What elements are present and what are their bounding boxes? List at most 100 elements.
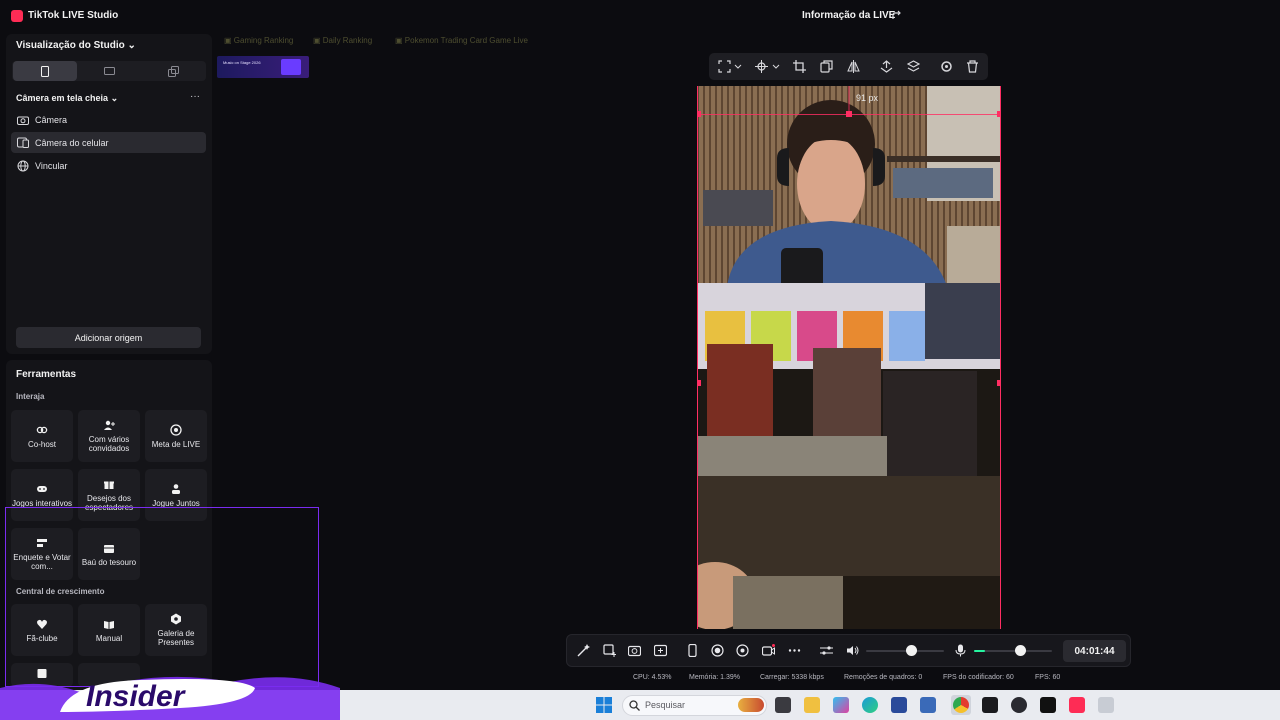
copy-icon[interactable] xyxy=(820,60,833,73)
mic-slider-knob[interactable] xyxy=(1015,645,1026,656)
phone-camera-icon xyxy=(17,137,29,148)
video-record-icon[interactable] xyxy=(762,644,775,657)
live-info-title[interactable]: Informação da LIVE xyxy=(802,10,895,21)
microphone-icon[interactable] xyxy=(954,644,967,657)
portrait-mode-button[interactable] xyxy=(13,61,77,81)
memory-stat: Memória: 1.39% xyxy=(689,674,740,681)
interact-section-label: Interaja xyxy=(16,392,45,401)
overlay-tab-pokemon[interactable]: ▣ Pokemon Trading Card Game Live xyxy=(395,36,528,45)
studio-view-dropdown[interactable]: Visualização do Studio ⌄ xyxy=(16,40,136,51)
crop-icon[interactable] xyxy=(793,60,806,73)
chevron-down-icon: ⌄ xyxy=(110,93,119,103)
tool-multi-guest[interactable]: Com vários convidados xyxy=(78,410,140,462)
orientation-switcher xyxy=(12,61,206,81)
record-icon[interactable] xyxy=(711,644,724,657)
scene-title-label: Câmera em tela cheia xyxy=(16,93,109,103)
tiktok-logo-icon xyxy=(11,10,23,22)
source-label: Vincular xyxy=(35,160,68,171)
windows-start-icon[interactable] xyxy=(596,697,612,713)
add-source-button[interactable]: Adicionar origem xyxy=(16,327,201,348)
source-camera[interactable]: Câmera xyxy=(11,109,206,130)
file-explorer-icon[interactable] xyxy=(804,697,820,713)
users-icon xyxy=(104,420,115,430)
app-title: TikTok LIVE Studio xyxy=(28,10,119,21)
speaker-icon[interactable] xyxy=(846,644,859,657)
search-highlight-icon xyxy=(738,698,764,712)
source-phone-camera[interactable]: Câmera do celular xyxy=(11,132,206,153)
landscape-icon xyxy=(103,67,115,75)
source-label: Câmera do celular xyxy=(35,137,109,148)
chrome-icon[interactable] xyxy=(953,697,969,713)
gift-icon xyxy=(104,481,114,489)
tool-co-host[interactable]: Co-host xyxy=(11,410,73,462)
capcut-pro-icon[interactable] xyxy=(1040,697,1056,713)
capcut-icon[interactable] xyxy=(982,697,998,713)
outlook-icon[interactable] xyxy=(920,697,936,713)
more-options-icon[interactable]: ··· xyxy=(190,91,200,102)
chevron-down-icon[interactable] xyxy=(772,60,780,73)
live-timer: 04:01:44 xyxy=(1063,640,1126,662)
sources-panel xyxy=(6,34,212,354)
search-icon xyxy=(629,700,640,711)
screenshot-icon[interactable] xyxy=(628,644,641,657)
fps-stat: FPS: 60 xyxy=(1035,674,1061,681)
copilot-icon[interactable] xyxy=(833,697,849,713)
task-view-icon[interactable] xyxy=(775,697,791,713)
search-placeholder: Pesquisar xyxy=(645,700,686,710)
studio-view-label: Visualização do Studio xyxy=(16,40,125,51)
tab-label: Pokemon Trading Card Game Live xyxy=(404,36,528,45)
add-scene-icon[interactable] xyxy=(603,644,616,657)
dual-mode-button[interactable] xyxy=(141,61,205,81)
edge-icon[interactable] xyxy=(862,697,878,713)
mic-slider[interactable] xyxy=(974,650,1052,652)
overlay-tab-gaming-ranking[interactable]: ▣ Gaming Ranking xyxy=(224,36,293,45)
flip-icon[interactable] xyxy=(847,60,860,73)
magic-wand-icon[interactable] xyxy=(577,644,590,657)
position-icon[interactable] xyxy=(755,60,768,73)
mic-level-meter xyxy=(974,650,985,652)
fit-icon[interactable] xyxy=(718,60,731,73)
settings-icon[interactable] xyxy=(940,60,953,73)
tools-title: Ferramentas xyxy=(16,369,77,380)
camera-icon xyxy=(17,116,29,125)
obs-icon[interactable] xyxy=(1011,697,1027,713)
gamepad-icon xyxy=(37,485,47,492)
add-media-icon[interactable] xyxy=(654,644,667,657)
more-icon[interactable] xyxy=(788,644,801,657)
tool-label: Co-host xyxy=(27,439,56,449)
overlay-tab-daily-ranking[interactable]: ▣ Daily Ranking xyxy=(313,36,372,45)
tool-label: Meta de LIVE xyxy=(151,439,201,449)
tool-live-goal[interactable]: Meta de LIVE xyxy=(145,410,207,462)
chevron-down-icon: ⌄ xyxy=(127,40,136,51)
chevron-down-icon[interactable] xyxy=(734,60,742,73)
tool-label: Com vários convidados xyxy=(88,435,130,453)
encoder-fps-stat: FPS do codificador: 60 xyxy=(943,674,1014,681)
tab-label: Daily Ranking xyxy=(322,36,373,45)
cpu-stat: CPU: 4.53% xyxy=(633,674,672,681)
watermark-text: Insider xyxy=(86,680,187,713)
preview-toolbar xyxy=(709,53,988,80)
trash-icon[interactable] xyxy=(966,60,979,73)
distance-label: 91 px xyxy=(856,93,879,103)
tiktok-app-icon[interactable] xyxy=(1069,697,1085,713)
banner-art xyxy=(281,59,301,75)
insider-watermark-logo: Insider xyxy=(0,676,340,720)
send-backward-icon[interactable] xyxy=(907,60,920,73)
live-preview-canvas[interactable] xyxy=(697,86,1001,629)
event-banner[interactable]: Music on Stage 2026 xyxy=(217,56,309,78)
phone-icon[interactable] xyxy=(686,644,699,657)
mixer-icon[interactable] xyxy=(820,644,833,657)
camera-effects-icon[interactable] xyxy=(736,644,749,657)
bring-forward-icon[interactable] xyxy=(880,60,893,73)
store-icon[interactable] xyxy=(891,697,907,713)
volume-slider[interactable] xyxy=(866,650,944,652)
scene-selector[interactable]: Câmera em tela cheia ⌄ xyxy=(16,93,118,104)
tab-label: Gaming Ranking xyxy=(233,36,294,45)
snipping-tool-icon[interactable] xyxy=(1098,697,1114,713)
source-link[interactable]: Vincular xyxy=(11,155,206,176)
volume-slider-knob[interactable] xyxy=(906,645,917,656)
share-icon[interactable] xyxy=(891,9,903,21)
landscape-mode-button[interactable] xyxy=(77,61,141,81)
dual-screen-icon xyxy=(167,65,179,77)
globe-icon xyxy=(17,160,29,171)
